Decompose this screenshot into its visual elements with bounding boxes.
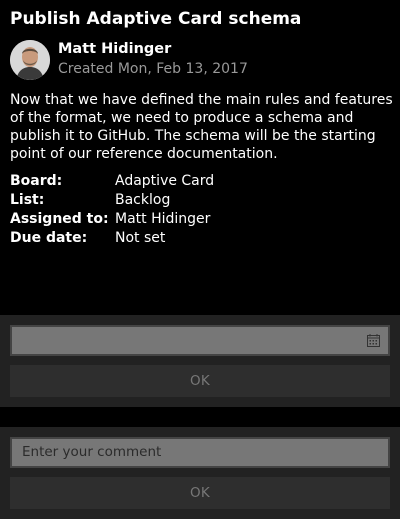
avatar (10, 40, 50, 80)
comment-ok-button[interactable]: OK (10, 477, 390, 509)
calendar-icon[interactable] (367, 334, 380, 347)
fact-row-board: Board: Adaptive Card (10, 171, 214, 190)
fact-row-due-date: Due date: Not set (10, 228, 214, 247)
fact-row-assigned: Assigned to: Matt Hidinger (10, 209, 214, 228)
comment-placeholder: Enter your comment (22, 444, 162, 460)
fact-key: Board: (10, 172, 63, 189)
card-title: Publish Adaptive Card schema (10, 9, 302, 29)
fact-value: Backlog (115, 191, 171, 208)
fact-value: Not set (115, 229, 166, 246)
comment-input[interactable]: Enter your comment (10, 437, 390, 468)
fact-key: Assigned to: (10, 210, 109, 227)
comment-panel: Enter your comment OK (0, 427, 400, 519)
avatar-image (10, 40, 50, 80)
fact-value: Adaptive Card (115, 172, 215, 189)
fact-key: List: (10, 191, 45, 208)
created-date: Created Mon, Feb 13, 2017 (58, 61, 248, 77)
fact-row-list: List: Backlog (10, 190, 214, 209)
card-description: Now that we have defined the main rules … (10, 92, 393, 162)
fact-set: Board: Adaptive Card List: Backlog Assig… (10, 171, 214, 247)
due-date-ok-button[interactable]: OK (10, 365, 390, 397)
fact-value: Matt Hidinger (115, 210, 211, 227)
date-input[interactable] (10, 325, 390, 356)
fact-key: Due date: (10, 229, 88, 246)
author-name: Matt Hidinger (58, 41, 172, 57)
due-date-panel: OK (0, 315, 400, 407)
